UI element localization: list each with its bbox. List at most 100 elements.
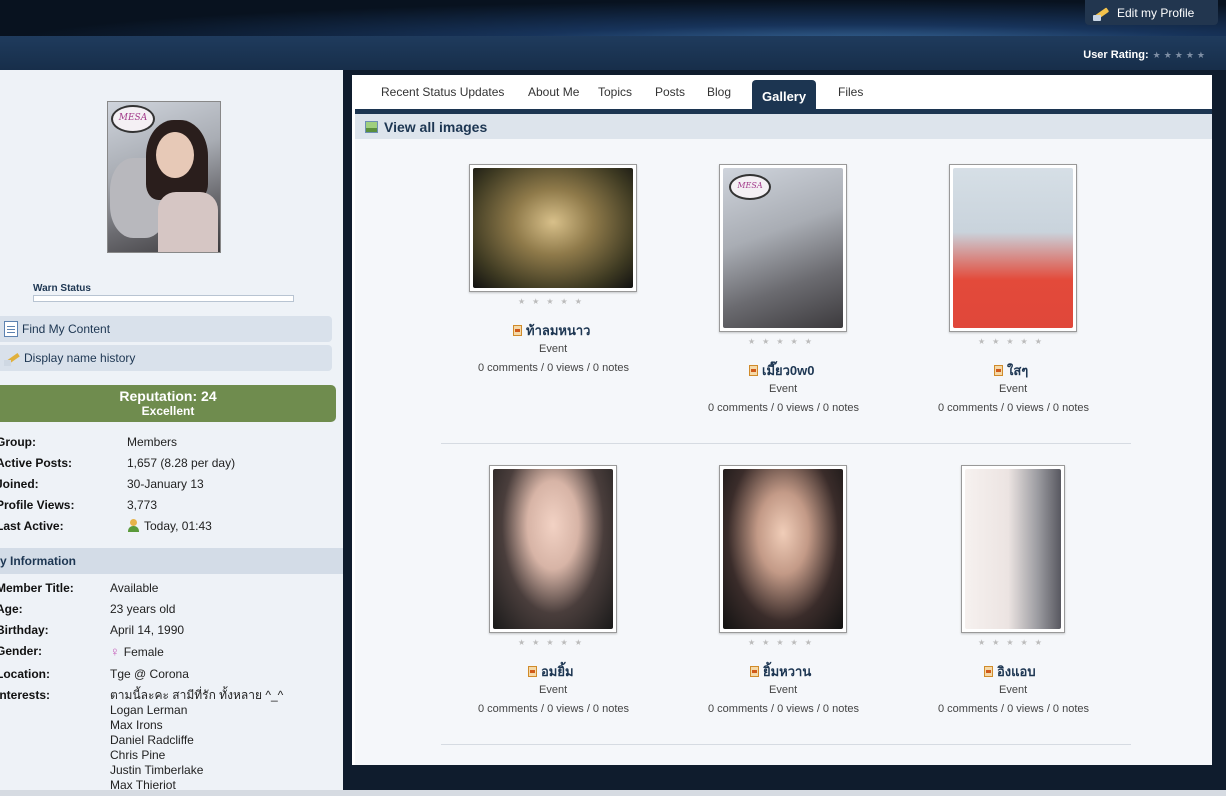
gallery-photo — [965, 469, 1061, 629]
gallery-thumbnail[interactable] — [469, 164, 637, 292]
profile-sidebar: MESA Warn Status Find My Content Display… — [0, 70, 343, 790]
image-title[interactable]: ยิ้มหวาน — [750, 661, 811, 682]
image-category[interactable]: Event — [539, 343, 567, 355]
image-title-text[interactable]: ใสๆ — [1007, 360, 1028, 381]
profile-tabs: Recent Status Updates About Me Topics Po… — [352, 75, 1212, 110]
image-category[interactable]: Event — [999, 684, 1027, 696]
image-meta: 0 comments / 0 views / 0 notes — [938, 703, 1090, 715]
stat-value: 1,657 (8.28 per day) — [127, 456, 236, 470]
image-category[interactable]: Event — [999, 383, 1027, 395]
avatar-shirt — [158, 192, 218, 252]
stat-label: Profile Views: — [0, 498, 75, 512]
tab-topics[interactable]: Topics — [598, 85, 632, 99]
gallery-thumbnail[interactable] — [489, 465, 617, 633]
image-rating-stars[interactable]: ★★★★★ — [518, 297, 589, 306]
view-all-images-link[interactable]: View all images — [384, 119, 487, 135]
tab-blog[interactable]: Blog — [707, 85, 731, 99]
image-title[interactable]: เมี๊ยว0w0 — [749, 360, 815, 381]
image-title-text[interactable]: อิงแอบ — [997, 661, 1036, 682]
edit-pencil-icon — [1093, 5, 1111, 21]
image-rating-stars[interactable]: ★★★★★ — [518, 638, 589, 647]
photo-tag: MESA — [729, 174, 771, 200]
find-my-content-link[interactable]: Find My Content — [0, 316, 332, 342]
image-meta: 0 comments / 0 views / 0 notes — [478, 703, 630, 715]
image-title-text[interactable]: อมยิ้ม — [541, 661, 574, 682]
document-icon — [4, 321, 18, 337]
user-rating: User Rating: ★★★★★ — [1083, 49, 1208, 61]
info-label: Interests: — [0, 688, 51, 702]
edit-profile-label: Edit my Profile — [1117, 5, 1195, 20]
tab-gallery[interactable]: Gallery — [752, 80, 817, 110]
tab-files[interactable]: Files — [838, 85, 863, 99]
image-file-icon — [749, 365, 758, 376]
image-meta: 0 comments / 0 views / 0 notes — [708, 402, 860, 414]
image-meta: 0 comments / 0 views / 0 notes — [478, 362, 630, 374]
image-rating-stars[interactable]: ★★★★★ — [748, 638, 819, 647]
last-active-value: Today, 01:43 — [144, 519, 212, 533]
edit-profile-button[interactable]: Edit my Profile — [1085, 0, 1218, 25]
image-title[interactable]: ใสๆ — [994, 360, 1028, 381]
gallery-grid: ★★★★★ ท้าลมหนาว Event 0 comments / 0 vie… — [355, 139, 1212, 765]
image-file-icon — [513, 325, 522, 336]
display-name-history-label: Display name history — [24, 351, 136, 365]
image-rating-stars[interactable]: ★★★★★ — [748, 337, 819, 346]
warn-status-bar — [33, 295, 294, 302]
info-value: Available — [110, 581, 159, 595]
image-category[interactable]: Event — [539, 684, 567, 696]
avatar-face — [156, 132, 194, 178]
gallery-heading[interactable]: View all images — [355, 114, 1212, 139]
display-name-history-link[interactable]: Display name history — [0, 345, 332, 371]
interests-list: ตามนี้ละคะ สามีที่รัก ทั้งหลาย ^_^ Logan… — [110, 688, 283, 790]
info-value: 23 years old — [110, 602, 176, 616]
info-label: Member Title: — [0, 581, 74, 595]
gallery-thumbnail[interactable]: MESA — [719, 164, 847, 332]
image-rating-stars[interactable]: ★★★★★ — [978, 337, 1049, 346]
image-title-text[interactable]: ท้าลมหนาว — [526, 320, 590, 341]
image-category[interactable]: Event — [769, 383, 797, 395]
reputation-title: Reputation: 24 — [119, 388, 217, 404]
image-title[interactable]: ท้าลมหนาว — [513, 320, 590, 341]
interest-item: Logan Lerman — [110, 703, 188, 717]
image-rating-stars[interactable]: ★★★★★ — [978, 638, 1049, 647]
stat-value-last-active: Today, 01:43 — [127, 519, 212, 533]
my-information-heading: My Information — [0, 548, 343, 574]
gallery-thumbnail[interactable] — [949, 164, 1077, 332]
stat-label: Active Posts: — [0, 456, 73, 470]
info-label: Age: — [0, 602, 23, 616]
avatar-tag: MESA — [111, 105, 155, 133]
interest-item: Justin Timberlake — [110, 763, 204, 777]
user-rating-stars[interactable]: ★★★★★ — [1153, 50, 1208, 61]
reputation-level: Excellent — [141, 404, 195, 418]
gallery-row-divider — [441, 443, 1131, 444]
image-title-text[interactable]: เมี๊ยว0w0 — [762, 360, 815, 381]
tab-recent-status-updates[interactable]: Recent Status Updates — [381, 85, 504, 99]
gallery-thumbnail[interactable] — [719, 465, 847, 633]
gallery-thumbnail[interactable] — [961, 465, 1065, 633]
gender-value: Female — [123, 645, 164, 659]
online-user-icon — [127, 519, 140, 532]
image-title-text[interactable]: ยิ้มหวาน — [763, 661, 811, 682]
stat-label: Last Active: — [0, 519, 64, 533]
browser-status-bar — [0, 790, 1226, 796]
gallery-photo — [953, 168, 1073, 328]
image-meta: 0 comments / 0 views / 0 notes — [708, 703, 860, 715]
info-value-gender: ♀ Female — [110, 644, 164, 659]
image-file-icon — [750, 666, 759, 677]
interest-item: Max Irons — [110, 718, 163, 732]
stat-value: 3,773 — [127, 498, 158, 512]
image-icon — [365, 120, 378, 133]
tab-about-me[interactable]: About Me — [528, 85, 579, 99]
image-title[interactable]: อิงแอบ — [984, 661, 1036, 682]
image-category[interactable]: Event — [769, 684, 797, 696]
image-title[interactable]: อมยิ้ม — [528, 661, 574, 682]
tab-posts[interactable]: Posts — [655, 85, 685, 99]
female-icon: ♀ — [110, 644, 120, 659]
image-file-icon — [528, 666, 537, 677]
gallery-photo — [493, 469, 613, 629]
avatar: MESA — [107, 101, 221, 253]
info-value: Tge @ Corona — [110, 667, 189, 681]
interest-item: Max Thieriot — [110, 778, 176, 790]
gallery-photo — [723, 469, 843, 629]
profile-main-panel: Recent Status Updates About Me Topics Po… — [352, 75, 1212, 765]
info-label: Location: — [0, 667, 50, 681]
